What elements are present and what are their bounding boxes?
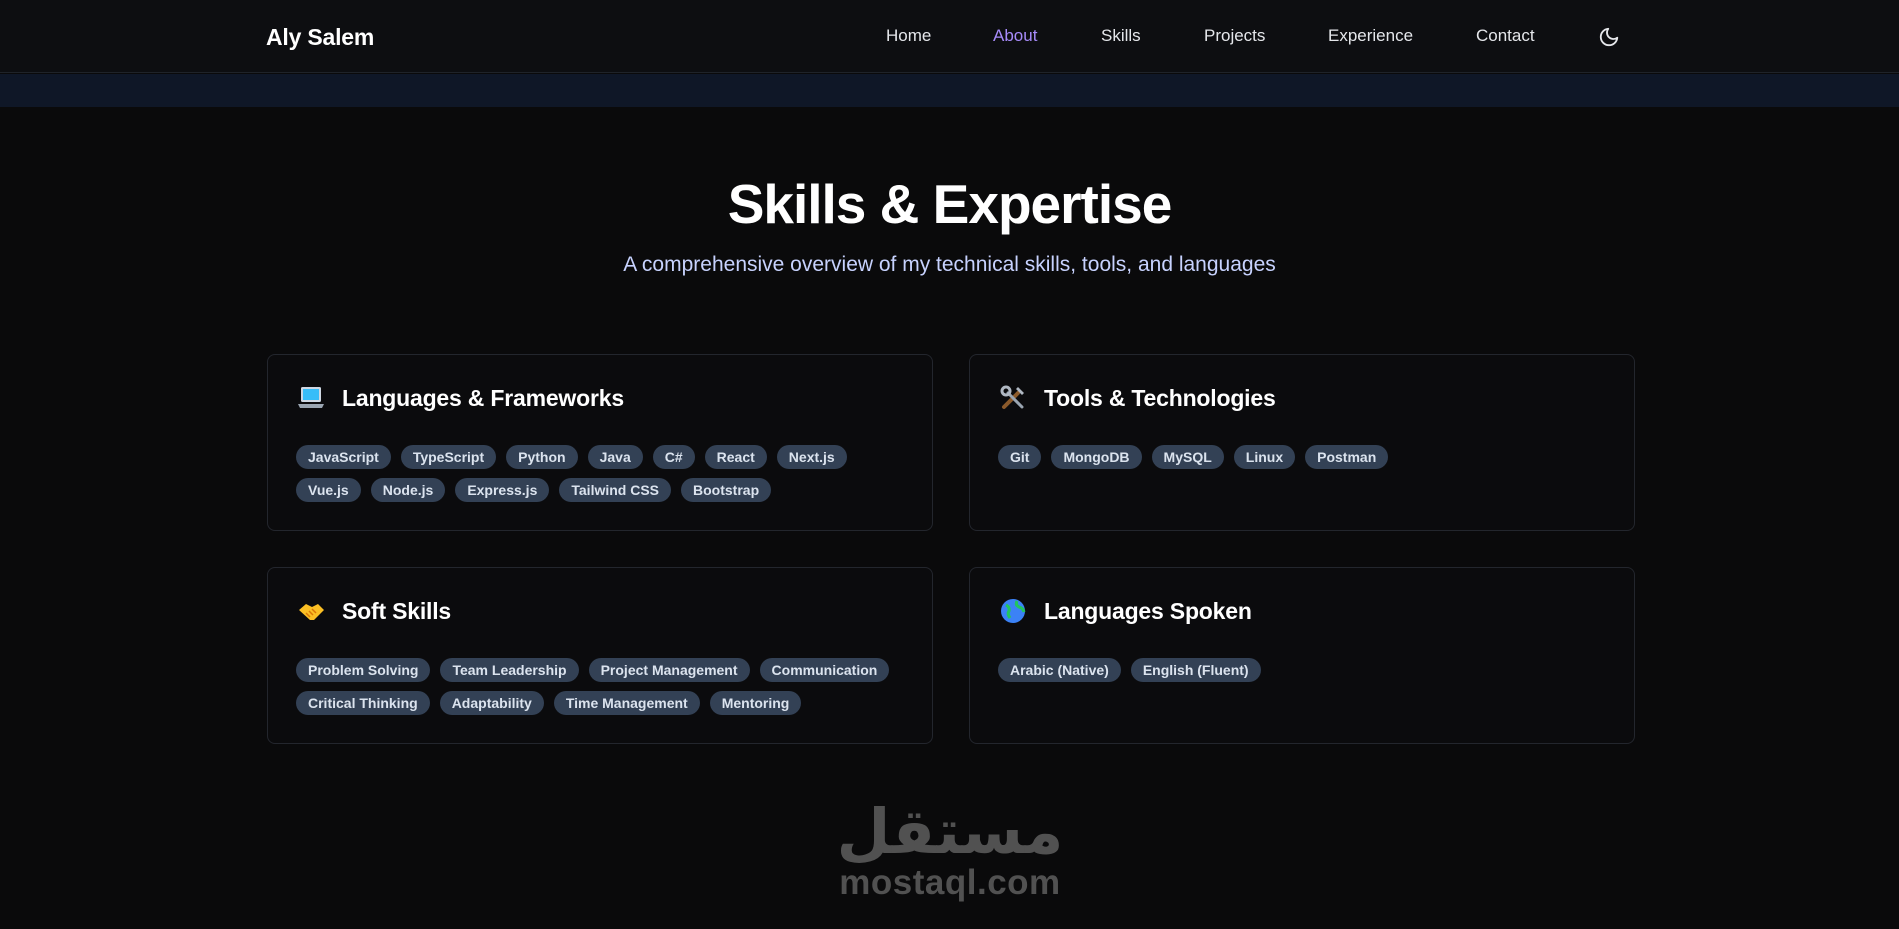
skill-tag[interactable]: JavaScript [296, 445, 391, 469]
section-title: Skills & Expertise [727, 173, 1173, 235]
skill-tag[interactable]: Team Leadership [440, 658, 579, 682]
watermark-latin: mostaql.com [839, 863, 1061, 902]
skill-card-tools-technologies: Tools & Technologies Git MongoDB MySQL L… [969, 354, 1635, 531]
skill-tag[interactable]: Mentoring [709, 691, 802, 715]
skill-card-soft-skills: Soft Skills Problem Solving Team Leaders… [267, 567, 933, 744]
skill-card-languages-frameworks: Languages & Frameworks JavaScript TypeSc… [267, 354, 933, 531]
skill-tag[interactable]: Critical Thinking [296, 691, 430, 715]
skill-tag[interactable]: MongoDB [1051, 445, 1142, 469]
brand-logo[interactable]: Aly Salem [266, 24, 374, 51]
skill-tag[interactable]: MySQL [1151, 445, 1224, 469]
skill-tag[interactable]: React [704, 445, 767, 469]
card-title: Languages Spoken [1044, 597, 1252, 624]
skill-tag[interactable]: Git [998, 445, 1042, 469]
skill-tag[interactable]: Bootstrap [681, 478, 772, 502]
skill-tag[interactable]: Postman [1305, 445, 1389, 469]
card-title: Tools & Technologies [1044, 384, 1276, 411]
globe-icon [1001, 599, 1026, 623]
skill-tag[interactable]: Node.js [370, 478, 446, 502]
skill-tag[interactable]: Java [587, 445, 643, 469]
tag-list: Git MongoDB MySQL Linux Postman [998, 445, 1618, 469]
moon-icon[interactable] [1598, 26, 1620, 48]
watermark-arabic: مستقل [836, 795, 1064, 868]
section-subtitle: A comprehensive overview of my technical… [623, 253, 1276, 276]
header-stripe [0, 74, 1899, 107]
skill-tag[interactable]: Linux [1233, 445, 1296, 469]
nav-about[interactable]: About [993, 26, 1037, 46]
skill-tag[interactable]: Next.js [776, 445, 847, 469]
nav-home[interactable]: Home [886, 26, 931, 46]
tag-list: Arabic (Native) English (Fluent) [998, 658, 1618, 682]
nav-contact[interactable]: Contact [1476, 26, 1535, 46]
tools-icon [1000, 385, 1024, 409]
navbar: Aly Salem Home About Skills Projects Exp… [0, 0, 1899, 73]
handshake-icon [299, 604, 324, 620]
skill-tag[interactable]: English (Fluent) [1130, 658, 1261, 682]
skill-tag[interactable]: Project Management [588, 658, 750, 682]
nav-skills[interactable]: Skills [1101, 26, 1141, 46]
skill-tag[interactable]: Arabic (Native) [998, 658, 1121, 682]
skill-tag[interactable]: Time Management [553, 691, 700, 715]
skill-tag[interactable]: Adaptability [439, 691, 544, 715]
skill-tag[interactable]: Tailwind CSS [559, 478, 672, 502]
skill-tag[interactable]: Communication [759, 658, 890, 682]
tag-list: JavaScript TypeScript Python Java C# Rea… [296, 445, 916, 502]
nav-projects[interactable]: Projects [1204, 26, 1265, 46]
skill-card-languages-spoken: Languages Spoken Arabic (Native) English… [969, 567, 1635, 744]
skill-tag[interactable]: C# [652, 445, 695, 469]
card-title: Soft Skills [342, 597, 451, 624]
card-title: Languages & Frameworks [342, 384, 624, 411]
tag-list: Problem Solving Team Leadership Project … [296, 658, 916, 715]
skill-tag[interactable]: TypeScript [400, 445, 497, 469]
skill-tag[interactable]: Python [506, 445, 578, 469]
mostaql-watermark: مستقل mostaql.com [830, 800, 1070, 902]
laptop-icon [298, 387, 324, 408]
skill-tag[interactable]: Vue.js [296, 478, 361, 502]
skill-tag[interactable]: Problem Solving [296, 658, 431, 682]
skill-tag[interactable]: Express.js [455, 478, 550, 502]
nav-experience[interactable]: Experience [1328, 26, 1413, 46]
